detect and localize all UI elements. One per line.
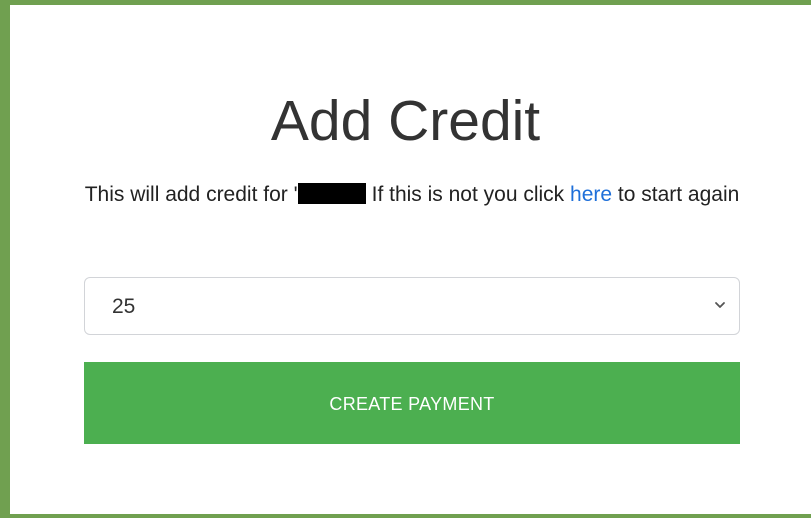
chevron-down-icon	[715, 302, 725, 308]
start-again-link[interactable]: here	[570, 183, 612, 206]
description-suffix: to start again	[612, 183, 740, 206]
selected-amount: 25	[112, 295, 136, 318]
description-middle: If this is not you click	[371, 183, 571, 206]
redacted-username	[297, 183, 366, 204]
create-payment-button[interactable]: CREATE PAYMENT	[84, 362, 740, 444]
description-prefix: This will add credit for '	[84, 183, 298, 206]
credit-amount-select[interactable]: 25	[84, 277, 740, 335]
credit-description: This will add credit for ' If this is not…	[84, 176, 740, 213]
page-title: Add Credit	[270, 89, 541, 153]
